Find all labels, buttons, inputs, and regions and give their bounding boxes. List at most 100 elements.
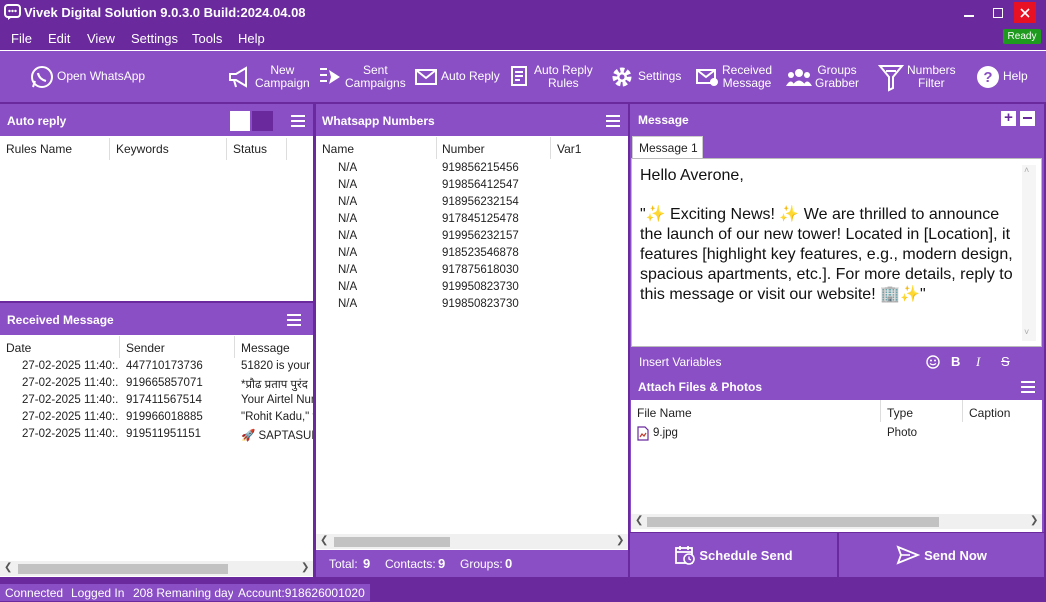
table-row[interactable]: N/A 919850823730 — [316, 298, 628, 315]
minimize-button[interactable] — [955, 0, 983, 26]
table-row[interactable]: N/A 918956232154 — [316, 196, 628, 213]
horizontal-scrollbar[interactable]: ❮ ❯ — [0, 561, 313, 576]
auto-reply-toggle[interactable] — [230, 111, 273, 131]
table-row[interactable]: 27-02-2025 11:40:... 919966018885 "Rohit… — [0, 411, 313, 428]
column-divider — [962, 400, 963, 422]
group-icon — [786, 67, 812, 87]
hamburger-icon[interactable] — [606, 115, 620, 127]
hamburger-icon[interactable] — [287, 314, 301, 326]
sent-campaigns-button[interactable]: Sent Campaigns — [318, 51, 406, 102]
table-row[interactable]: 27-02-2025 11:40:... 917411567514 Your A… — [0, 394, 313, 411]
scroll-down-icon[interactable]: ˅ — [1024, 327, 1029, 337]
insert-variables-link[interactable]: Insert Variables — [639, 355, 721, 369]
column-header[interactable]: Var1 — [557, 142, 581, 156]
column-divider — [286, 138, 287, 160]
message-greeting: Hello Averone, — [640, 167, 744, 184]
scroll-up-icon[interactable]: ˄ — [1024, 165, 1029, 175]
column-divider — [436, 137, 437, 159]
table-row[interactable]: N/A 919856215456 — [316, 162, 628, 179]
bold-button[interactable]: B — [951, 354, 960, 369]
menu-file[interactable]: File — [11, 31, 32, 46]
auto-reply-title: Auto reply — [7, 114, 67, 128]
schedule-send-button[interactable]: Schedule Send — [630, 533, 837, 577]
auto-reply-panel: Auto reply Rules Name Keywords Status — [0, 104, 313, 301]
table-row[interactable]: N/A 917845125478 — [316, 213, 628, 230]
table-row[interactable]: N/A 919856412547 — [316, 179, 628, 196]
image-file-icon — [637, 426, 649, 441]
open-whatsapp-button[interactable]: Open WhatsApp — [30, 51, 145, 102]
received-message-button[interactable]: Received Message — [695, 51, 772, 102]
maximize-icon — [993, 8, 1003, 18]
hamburger-icon[interactable] — [1021, 381, 1035, 393]
table-row[interactable]: N/A 919950823730 — [316, 281, 628, 298]
close-button[interactable] — [1014, 2, 1036, 23]
table-row[interactable]: 27-02-2025 11:40:... 447710173736 51820 … — [0, 360, 313, 377]
new-campaign-button[interactable]: New Campaign — [228, 51, 310, 102]
send-now-button[interactable]: Send Now — [839, 533, 1044, 577]
table-row[interactable]: 27-02-2025 11:40:... 919665857071 *प्रौढ… — [0, 377, 313, 394]
numbers-filter-button[interactable]: Numbers Filter — [878, 51, 956, 102]
strikethrough-button[interactable]: S — [1001, 354, 1010, 369]
column-header[interactable]: Caption — [969, 406, 1010, 420]
help-button[interactable]: ? Help — [976, 51, 1028, 102]
toolbar: Open WhatsApp New Campaign Sent Campaigns … — [0, 51, 1046, 102]
scrollbar-thumb[interactable] — [18, 564, 228, 574]
scroll-right-icon[interactable]: ❯ — [1030, 515, 1038, 526]
status-remaining-days: 208 Remaning days — [128, 584, 245, 601]
auto-reply-button[interactable]: Auto Reply — [414, 51, 500, 102]
italic-button[interactable]: I — [976, 354, 980, 370]
app-logo-icon — [4, 4, 21, 20]
scrollbar-thumb[interactable] — [647, 517, 939, 527]
scroll-right-icon[interactable]: ❯ — [301, 562, 309, 573]
column-header[interactable]: Status — [233, 142, 267, 156]
message-editor[interactable]: Hello Averone, "✨ Exciting News! ✨ We ar… — [631, 158, 1042, 347]
column-divider — [550, 137, 551, 159]
column-header[interactable]: File Name — [637, 406, 692, 420]
hamburger-icon[interactable] — [291, 115, 305, 127]
maximize-button[interactable] — [984, 0, 1012, 26]
remove-message-button[interactable] — [1020, 111, 1035, 126]
menu-settings[interactable]: Settings — [131, 31, 178, 46]
message-title: Message — [638, 113, 689, 127]
horizontal-scrollbar[interactable]: ❮ ❯ — [316, 534, 628, 549]
menu-edit[interactable]: Edit — [48, 31, 70, 46]
scroll-right-icon[interactable]: ❯ — [616, 535, 624, 546]
attachments-table: File Name Type Caption 9.jpg Photo ❮ ❯ — [631, 400, 1042, 532]
column-header[interactable]: Message — [241, 341, 290, 355]
help-icon: ? — [976, 65, 1000, 89]
status-badge: Ready — [1003, 29, 1041, 44]
auto-reply-rules-button[interactable]: Auto Reply Rules — [509, 51, 593, 102]
horizontal-scrollbar[interactable]: ❮ ❯ — [631, 514, 1042, 529]
tab-message-1[interactable]: Message 1 — [632, 136, 703, 158]
settings-button[interactable]: Settings — [609, 51, 681, 102]
menu-view[interactable]: View — [87, 31, 115, 46]
scroll-left-icon[interactable]: ❮ — [320, 535, 328, 546]
envelope-reply-icon — [414, 67, 438, 87]
column-header[interactable]: Type — [887, 406, 913, 420]
envelope-check-icon — [695, 67, 719, 87]
add-message-button[interactable]: + — [1001, 110, 1016, 126]
column-divider — [234, 336, 235, 358]
table-row[interactable]: N/A 917875618030 — [316, 264, 628, 281]
table-row[interactable]: 9.jpg Photo — [631, 424, 1042, 442]
scroll-left-icon[interactable]: ❮ — [4, 562, 12, 573]
whatsapp-numbers-title: Whatsapp Numbers — [322, 114, 435, 128]
column-header[interactable]: Sender — [126, 341, 165, 355]
calendar-clock-icon — [675, 546, 696, 565]
menu-tools[interactable]: Tools — [192, 31, 222, 46]
gear-icon — [609, 64, 635, 90]
menu-help[interactable]: Help — [238, 31, 265, 46]
column-header[interactable]: Keywords — [116, 142, 169, 156]
table-row[interactable]: N/A 918523546878 — [316, 247, 628, 264]
column-header[interactable]: Name — [322, 142, 354, 156]
scrollbar-thumb[interactable] — [334, 537, 450, 547]
table-row[interactable]: 27-02-2025 11:40:... 919511951151 🚀 SAPT… — [0, 428, 313, 445]
scroll-left-icon[interactable]: ❮ — [635, 515, 643, 526]
vertical-scrollbar[interactable]: ˄ ˅ — [1022, 165, 1036, 341]
column-header[interactable]: Number — [442, 142, 485, 156]
emoji-icon[interactable] — [926, 355, 940, 369]
column-header[interactable]: Date — [6, 341, 31, 355]
table-row[interactable]: N/A 919956232157 — [316, 230, 628, 247]
groups-grabber-button[interactable]: Groups Grabber — [786, 51, 859, 102]
column-header[interactable]: Rules Name — [6, 142, 72, 156]
